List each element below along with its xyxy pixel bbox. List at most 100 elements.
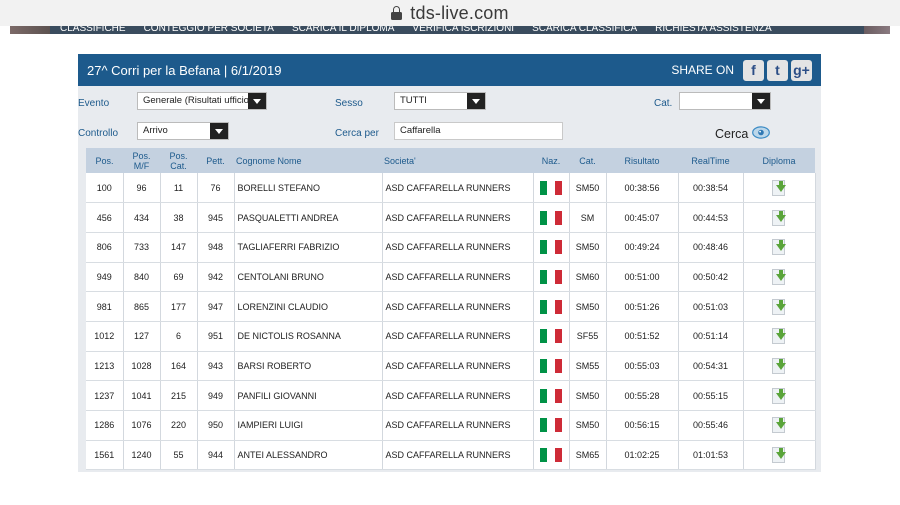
download-diploma-icon[interactable] bbox=[770, 238, 788, 256]
twitter-icon[interactable]: t bbox=[767, 59, 788, 81]
col-header-risultato[interactable]: Risultato bbox=[606, 148, 678, 173]
cell-pos-cat: 11 bbox=[160, 173, 198, 204]
cell-realtime: 00:48:46 bbox=[678, 232, 744, 263]
cell-naz bbox=[533, 173, 570, 204]
cell-risultato: 00:45:07 bbox=[606, 202, 679, 233]
cell-pos: 949 bbox=[86, 262, 124, 293]
cell-pett: 949 bbox=[197, 380, 235, 411]
table-row: 1213 1028 164 943 BARSI ROBERTO ASD CAFFARELL… bbox=[86, 351, 816, 382]
evento-label: Evento bbox=[78, 98, 110, 109]
italy-flag bbox=[540, 210, 562, 225]
cat-label: Cat. bbox=[654, 98, 673, 109]
cell-name: CENTOLANI BRUNO bbox=[234, 262, 383, 293]
download-diploma-icon[interactable] bbox=[770, 179, 788, 197]
controllo-select[interactable]: Arrivo bbox=[137, 122, 229, 140]
cerca-per-input[interactable]: Caffarella bbox=[394, 122, 563, 140]
cell-societa: ASD CAFFARELLA RUNNERS bbox=[382, 410, 534, 441]
download-diploma-icon[interactable] bbox=[770, 209, 788, 227]
sesso-label: Sesso bbox=[335, 98, 363, 109]
cell-cat: SM65 bbox=[569, 440, 607, 471]
cell-societa: ASD CAFFARELLA RUNNERS bbox=[382, 440, 534, 471]
evento-select[interactable]: Generale (Risultati ufficiosi) bbox=[137, 92, 267, 110]
cell-risultato: 00:55:28 bbox=[606, 380, 679, 411]
cell-cat: SM50 bbox=[569, 173, 607, 204]
col-header-realtime[interactable]: RealTime bbox=[678, 148, 743, 173]
italy-flag bbox=[540, 418, 562, 433]
col-header-pett[interactable]: Pett. bbox=[197, 148, 234, 173]
cell-realtime: 00:44:53 bbox=[678, 202, 744, 233]
cell-risultato: 01:02:25 bbox=[606, 440, 679, 471]
cell-cat: SF55 bbox=[569, 321, 607, 352]
cell-societa: ASD CAFFARELLA RUNNERS bbox=[382, 232, 534, 263]
cell-pett: 947 bbox=[197, 291, 235, 322]
download-diploma-icon[interactable] bbox=[770, 387, 788, 405]
facebook-icon[interactable]: f bbox=[743, 59, 764, 81]
share-label: SHARE ON bbox=[671, 63, 734, 77]
cell-name: BORELLI STEFANO bbox=[234, 173, 383, 204]
cell-pos-cat: 38 bbox=[160, 202, 198, 233]
download-diploma-icon[interactable] bbox=[770, 416, 788, 434]
cell-realtime: 00:55:46 bbox=[678, 410, 744, 441]
eye-icon[interactable] bbox=[752, 126, 770, 139]
italy-flag bbox=[540, 358, 562, 373]
table-row: 1237 1041 215 949 PANFILI GIOVANNI ASD CAFFAR… bbox=[86, 380, 816, 411]
cell-name: PASQUALETTI ANDREA bbox=[234, 202, 383, 233]
lock-icon bbox=[391, 6, 403, 20]
italy-flag bbox=[540, 388, 562, 403]
cat-select[interactable] bbox=[679, 92, 771, 110]
cell-naz bbox=[533, 291, 570, 322]
cell-societa: ASD CAFFARELLA RUNNERS bbox=[382, 262, 534, 293]
download-diploma-icon[interactable] bbox=[770, 327, 788, 345]
browser-url-bar[interactable]: tds-live.com bbox=[0, 0, 900, 26]
cell-pos-mf: 840 bbox=[123, 262, 161, 293]
cell-pos: 1012 bbox=[86, 321, 124, 352]
chevron-down-icon bbox=[752, 93, 770, 109]
cell-pos: 1561 bbox=[86, 440, 124, 471]
cell-pett: 943 bbox=[197, 351, 235, 382]
cell-pos-mf: 434 bbox=[123, 202, 161, 233]
download-diploma-icon[interactable] bbox=[770, 357, 788, 375]
cell-pett: 950 bbox=[197, 410, 235, 441]
cell-societa: ASD CAFFARELLA RUNNERS bbox=[382, 291, 534, 322]
google-plus-icon[interactable]: g+ bbox=[791, 59, 812, 81]
col-header-diploma: Diploma bbox=[743, 148, 815, 173]
search-button[interactable]: Cerca bbox=[715, 127, 748, 141]
controllo-label: Controllo bbox=[78, 128, 119, 139]
sesso-select[interactable]: TUTTI bbox=[394, 92, 486, 110]
cell-cat: SM50 bbox=[569, 291, 607, 322]
col-header-naz[interactable]: Naz. bbox=[533, 148, 569, 173]
download-diploma-icon[interactable] bbox=[770, 446, 788, 464]
cell-diploma bbox=[743, 232, 816, 263]
cell-naz bbox=[533, 351, 570, 382]
cell-realtime: 00:54:31 bbox=[678, 351, 744, 382]
col-header-cat[interactable]: Cat. bbox=[569, 148, 606, 173]
cell-societa: ASD CAFFARELLA RUNNERS bbox=[382, 202, 534, 233]
url-text[interactable]: tds-live.com bbox=[410, 3, 508, 24]
cell-societa: ASD CAFFARELLA RUNNERS bbox=[382, 380, 534, 411]
download-diploma-icon[interactable] bbox=[770, 298, 788, 316]
cell-name: PANFILI GIOVANNI bbox=[234, 380, 383, 411]
cell-name: IAMPIERI LUIGI bbox=[234, 410, 383, 441]
cell-pos: 1237 bbox=[86, 380, 124, 411]
cerca-per-label: Cerca per bbox=[335, 128, 379, 139]
cell-pos-mf: 865 bbox=[123, 291, 161, 322]
col-header-societa[interactable]: Societa' bbox=[382, 148, 533, 173]
col-header-pos-mf[interactable]: Pos. M/F bbox=[123, 148, 160, 173]
col-header-pos[interactable]: Pos. bbox=[86, 148, 123, 173]
cell-diploma bbox=[743, 321, 816, 352]
cell-pos: 100 bbox=[86, 173, 124, 204]
download-diploma-icon[interactable] bbox=[770, 268, 788, 286]
cell-naz bbox=[533, 321, 570, 352]
cell-cat: SM50 bbox=[569, 232, 607, 263]
cell-risultato: 00:56:15 bbox=[606, 410, 679, 441]
cell-risultato: 00:51:52 bbox=[606, 321, 679, 352]
cell-risultato: 00:38:56 bbox=[606, 173, 679, 204]
cell-pos: 456 bbox=[86, 202, 124, 233]
cell-diploma bbox=[743, 380, 816, 411]
cell-pos-cat: 55 bbox=[160, 440, 198, 471]
table-row: 456 434 38 945 PASQUALETTI ANDREA ASD CAFFARE… bbox=[86, 202, 816, 233]
cell-naz bbox=[533, 380, 570, 411]
col-header-name[interactable]: Cognome Nome bbox=[234, 148, 382, 173]
col-header-pos-cat[interactable]: Pos. Cat. bbox=[160, 148, 197, 173]
cell-pos-mf: 1028 bbox=[123, 351, 161, 382]
